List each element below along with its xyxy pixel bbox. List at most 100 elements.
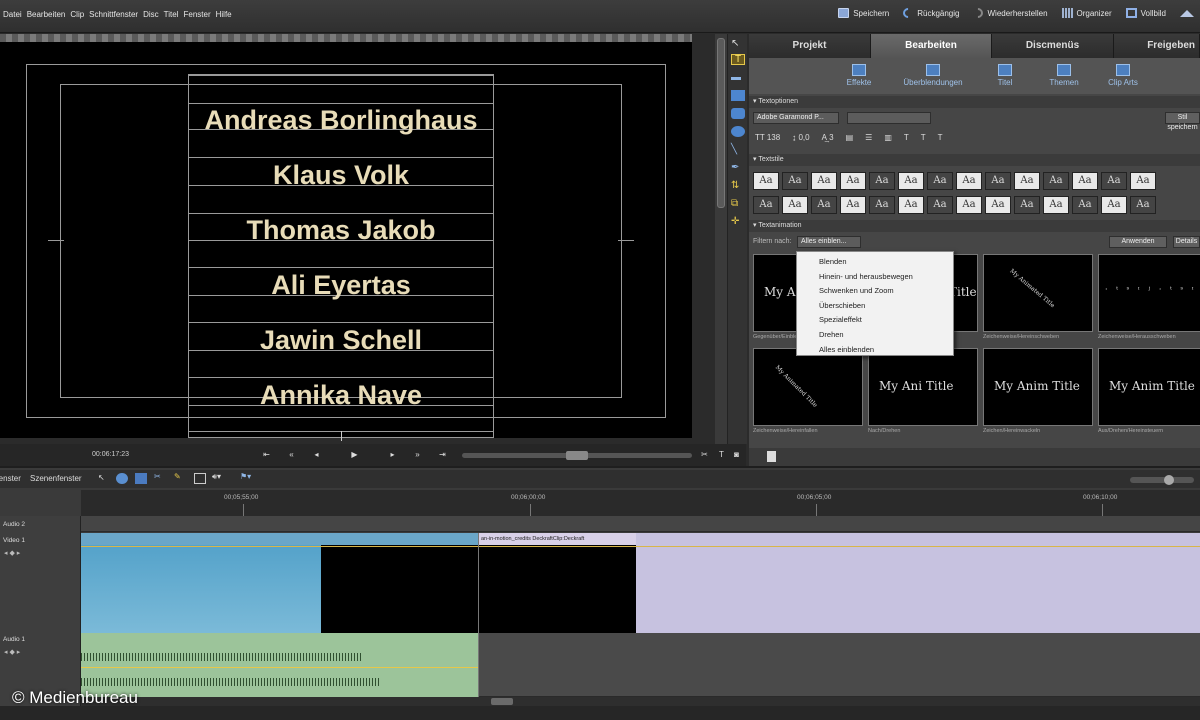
- underline-icon[interactable]: T: [938, 133, 943, 142]
- text-style-swatch[interactable]: Aa: [811, 172, 837, 190]
- align-center-icon[interactable]: ☰: [865, 133, 872, 142]
- rectangle-tool-icon[interactable]: [731, 90, 745, 101]
- center-tool-icon[interactable]: ✛: [731, 216, 745, 227]
- tab-timeline[interactable]: Schnittfenster: [0, 474, 21, 483]
- add-title-icon[interactable]: T: [717, 450, 726, 459]
- text-options-header[interactable]: Textoptionen: [749, 96, 1200, 108]
- menu-timeline[interactable]: Schnittfenster: [89, 10, 138, 19]
- text-style-swatch[interactable]: Aa: [956, 196, 982, 214]
- italic-icon[interactable]: T: [921, 133, 926, 142]
- text-styles-header[interactable]: Textstile: [749, 154, 1200, 166]
- dropdown-option-show-all[interactable]: Alles einblenden: [797, 343, 953, 358]
- text-style-swatch[interactable]: Aa: [782, 196, 808, 214]
- menu-help[interactable]: Hilfe: [216, 10, 232, 19]
- menu-title[interactable]: Titel: [164, 10, 179, 19]
- video-clip-black[interactable]: [321, 545, 478, 633]
- undo-button[interactable]: Rückgängig: [901, 5, 959, 21]
- text-style-swatch[interactable]: Aa: [985, 172, 1011, 190]
- split-clip-icon[interactable]: ✂: [700, 450, 709, 459]
- smart-trim-icon[interactable]: [135, 473, 147, 484]
- ellipse-tool-icon[interactable]: [731, 126, 745, 137]
- menu-file[interactable]: Datei: [3, 10, 22, 19]
- credit-line[interactable]: Jawin Schell: [189, 325, 493, 356]
- text-style-swatch[interactable]: Aa: [840, 172, 866, 190]
- dropdown-option-rotate[interactable]: Drehen: [797, 328, 953, 343]
- text-style-swatch[interactable]: Aa: [1014, 196, 1040, 214]
- properties-icon[interactable]: [194, 473, 206, 484]
- filter-select[interactable]: Alles einblen...: [797, 236, 861, 248]
- marker-icon[interactable]: ⚑▾: [240, 472, 251, 481]
- track-nav-icons[interactable]: ◂ ◆ ▸: [4, 648, 20, 656]
- save-button[interactable]: Speichern: [838, 8, 889, 18]
- text-style-swatch[interactable]: Aa: [985, 196, 1011, 214]
- text-style-swatch[interactable]: Aa: [840, 196, 866, 214]
- preview-monitor[interactable]: Andreas Borlinghaus Klaus Volk Thomas Ja…: [0, 34, 692, 441]
- tab-project[interactable]: Projekt: [749, 34, 871, 58]
- text-style-swatch[interactable]: Aa: [927, 196, 953, 214]
- scrub-handle[interactable]: [566, 451, 588, 460]
- track-label-audio-1[interactable]: Audio 1: [3, 636, 25, 643]
- align-left-icon[interactable]: ▤: [846, 133, 854, 142]
- mark-icon[interactable]: ✎: [174, 472, 181, 481]
- scrollbar-thumb[interactable]: [491, 698, 513, 705]
- text-style-swatch[interactable]: Aa: [898, 196, 924, 214]
- text-style-swatch[interactable]: Aa: [1043, 172, 1069, 190]
- rounded-rect-tool-icon[interactable]: [731, 108, 745, 119]
- play-icon[interactable]: ▶: [350, 450, 359, 459]
- menu-disc[interactable]: Disc: [143, 10, 159, 19]
- smart-fix-icon[interactable]: [116, 473, 128, 484]
- text-animation-header[interactable]: Textanimation: [749, 220, 1200, 232]
- text-style-swatch[interactable]: Aa: [753, 172, 779, 190]
- menu-clip[interactable]: Clip: [70, 10, 84, 19]
- animation-preset-thumb[interactable]: My Anim Title: [983, 348, 1093, 426]
- pen-tool-icon[interactable]: ✒: [731, 162, 745, 173]
- credit-line[interactable]: Thomas Jakob: [189, 215, 493, 246]
- clip-arts-button[interactable]: Clip Arts: [1088, 64, 1158, 87]
- credit-line[interactable]: Andreas Borlinghaus: [189, 105, 493, 136]
- text-style-swatch[interactable]: Aa: [782, 172, 808, 190]
- credit-line[interactable]: Klaus Volk: [189, 160, 493, 191]
- track-video-1[interactable]: an-in-motion_credits DeckraftClip:Deckra…: [81, 533, 1200, 633]
- credit-line[interactable]: Ali Eyertas: [189, 270, 493, 301]
- font-size-value[interactable]: TT 138: [755, 133, 780, 142]
- timeline-zoom-slider[interactable]: [1130, 475, 1194, 485]
- font-style-select[interactable]: [847, 112, 931, 124]
- track-audio-2[interactable]: [81, 516, 1200, 532]
- title-clip[interactable]: [636, 533, 1200, 633]
- rewind-icon[interactable]: «: [287, 450, 296, 459]
- track-nav-icons[interactable]: ◂ ◆ ▸: [4, 549, 20, 557]
- tracking-value[interactable]: A͢ 3: [822, 133, 834, 142]
- text-style-swatch[interactable]: Aa: [1130, 172, 1156, 190]
- monitor-scrollbar[interactable]: [715, 34, 727, 444]
- dropdown-option-pan-zoom[interactable]: Schwenken und Zoom: [797, 284, 953, 299]
- text-tool-icon[interactable]: T: [731, 54, 745, 65]
- timeline-ruler[interactable]: 00;05;55;00 00;06;00;00 00;06;05;00 00;0…: [81, 490, 1200, 516]
- credits-clip[interactable]: an-in-motion_credits DeckraftClip:Deckra…: [478, 533, 637, 633]
- dropdown-option-special[interactable]: Spezialeffekt: [797, 313, 953, 328]
- text-style-swatch[interactable]: Aa: [869, 172, 895, 190]
- fast-forward-icon[interactable]: »: [413, 450, 422, 459]
- text-style-swatch[interactable]: Aa: [1130, 196, 1156, 214]
- audio-icon[interactable]: 🔊︎▾: [212, 472, 221, 482]
- volume-rubberband[interactable]: [81, 667, 478, 668]
- video-clip-header[interactable]: [81, 533, 478, 545]
- tab-disc-menus[interactable]: Discmenüs: [992, 34, 1114, 58]
- dropdown-option-move[interactable]: Hinein- und herausbewegen: [797, 270, 953, 285]
- text-style-swatch[interactable]: Aa: [927, 172, 953, 190]
- tab-sceneline[interactable]: Szenenfenster: [30, 474, 82, 483]
- font-select[interactable]: Adobe Garamond P...: [753, 112, 839, 124]
- home-button[interactable]: [1180, 9, 1194, 17]
- transitions-button[interactable]: Überblendungen: [898, 64, 968, 87]
- animation-preset-thumb[interactable]: My Anim Title: [1098, 348, 1200, 426]
- tab-share[interactable]: Freigeben: [1114, 34, 1200, 58]
- select-tool-icon[interactable]: ↖: [98, 473, 105, 482]
- text-style-swatch[interactable]: Aa: [1072, 172, 1098, 190]
- tab-edit[interactable]: Bearbeiten: [871, 34, 992, 58]
- line-tool-icon[interactable]: ╲: [731, 144, 745, 155]
- opacity-rubberband[interactable]: [81, 546, 1200, 547]
- redo-button[interactable]: Wiederherstellen: [971, 5, 1048, 21]
- track-label-video-1[interactable]: Video 1: [3, 537, 25, 544]
- text-style-swatch[interactable]: Aa: [1014, 172, 1040, 190]
- animation-preset-thumb[interactable]: · ᵗ ˢ ᶦ ʲ · ᵗ ˢ ᶦ ᵗ ˡ: [1098, 254, 1200, 332]
- apply-button[interactable]: Anwenden: [1109, 236, 1167, 248]
